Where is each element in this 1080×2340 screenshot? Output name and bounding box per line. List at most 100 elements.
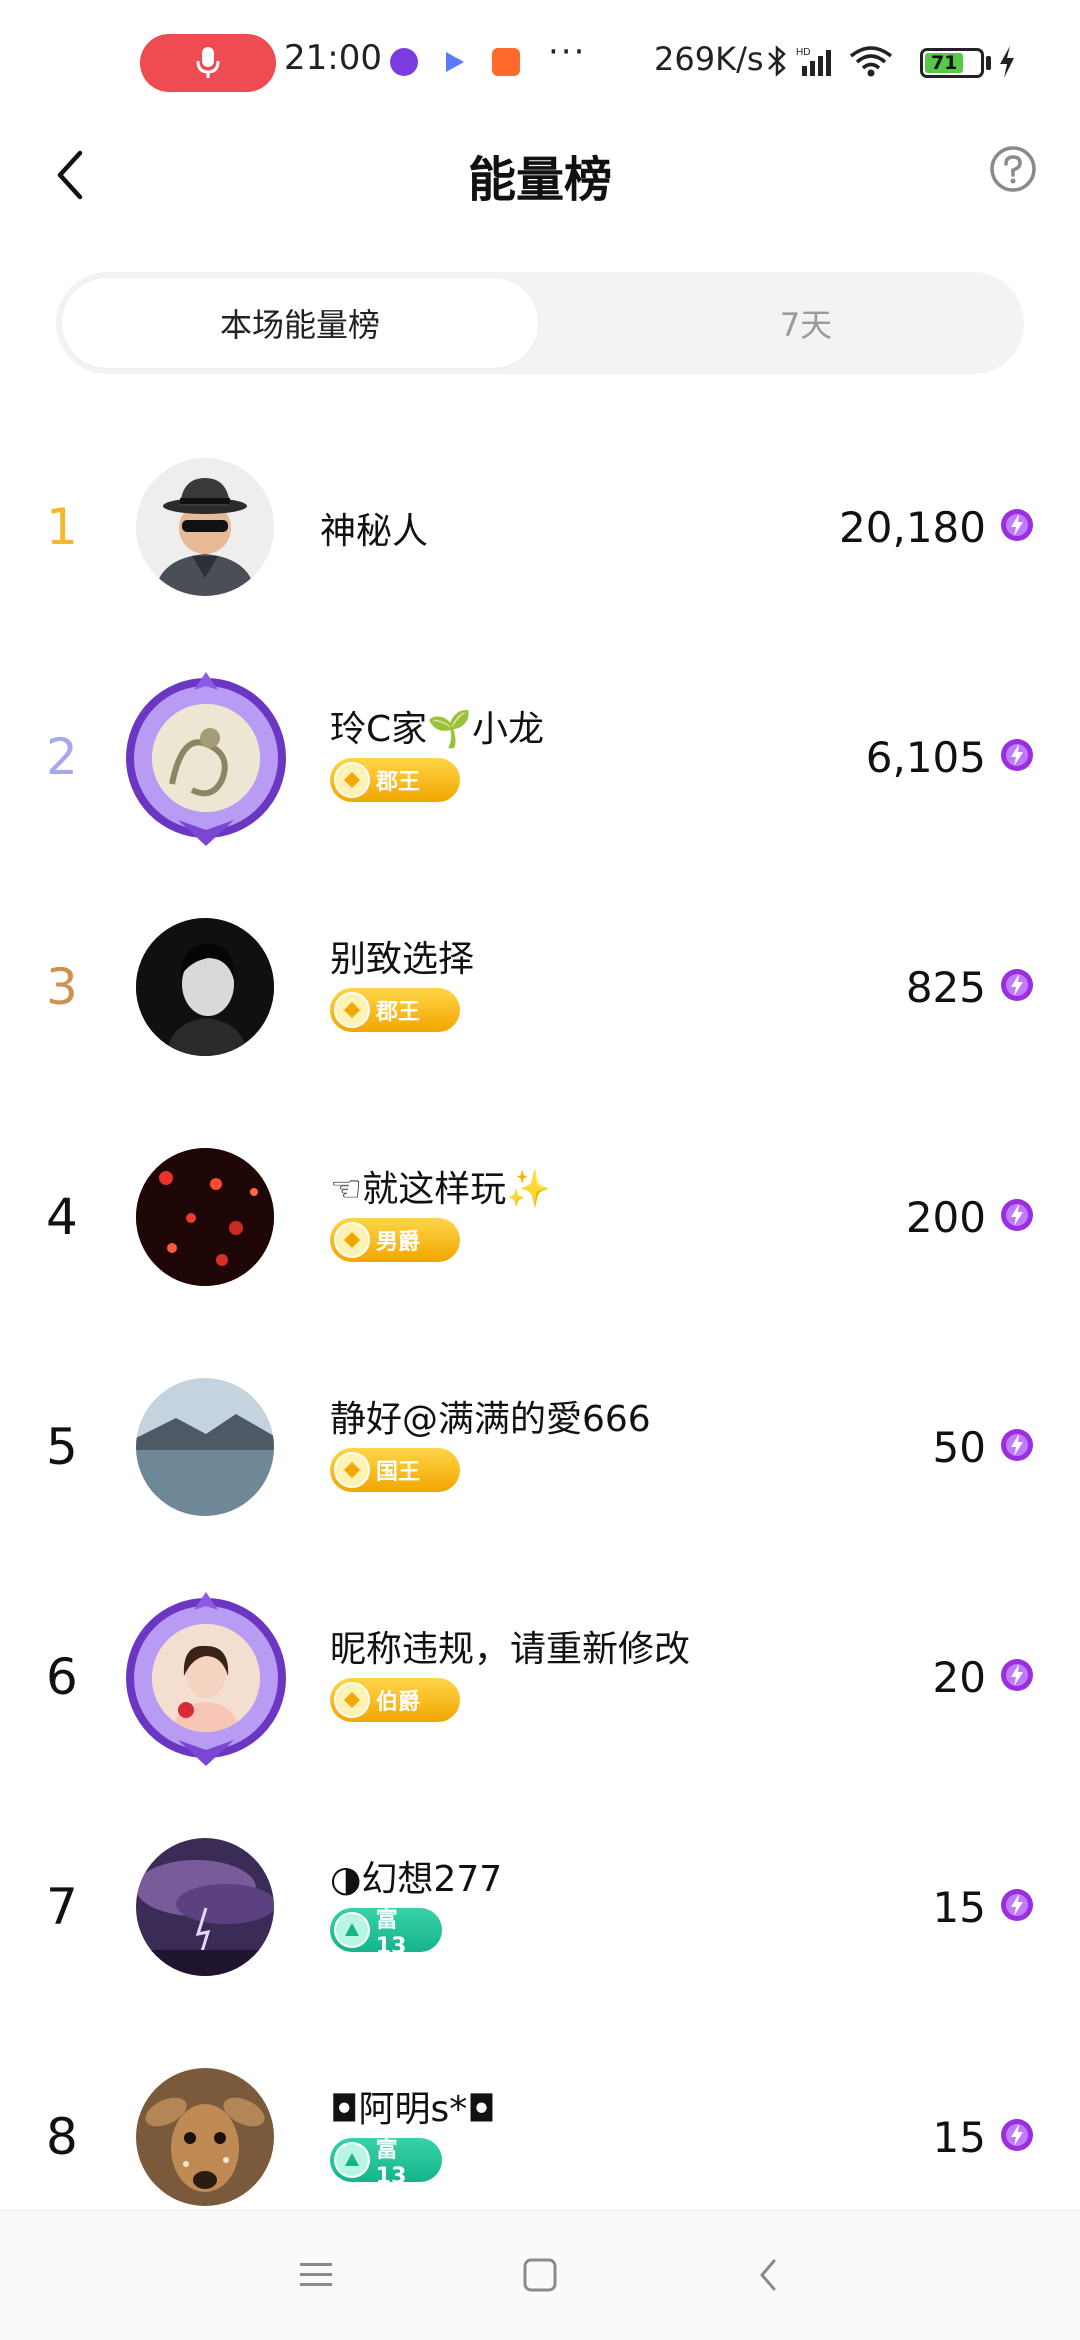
energy-icon xyxy=(1001,1429,1033,1461)
rank-number: 6 xyxy=(46,1648,78,1706)
level-badge: 伯爵 xyxy=(330,1678,460,1722)
storm-avatar xyxy=(136,1838,274,1976)
ranking-row[interactable]: 6 昵称违规，请重新修改 伯爵 20 xyxy=(0,1562,1080,1792)
level-badge: 男爵 xyxy=(330,1218,460,1262)
signal-icon: HD xyxy=(796,47,831,76)
energy-icon xyxy=(1001,2119,1033,2151)
energy-score: 825 xyxy=(905,962,986,1012)
lanterns-avatar xyxy=(136,1148,274,1286)
badge-label: 郡王 xyxy=(376,770,421,795)
mystery-person-avatar xyxy=(136,458,274,596)
wealth-badge: 富13 xyxy=(330,2138,442,2189)
recent-apps-button[interactable] xyxy=(286,2245,346,2305)
charging-icon xyxy=(1000,46,1014,78)
system-back-button[interactable] xyxy=(738,2245,798,2305)
help-button[interactable] xyxy=(988,144,1038,194)
energy-icon xyxy=(1001,969,1033,1001)
page-title: 能量榜 xyxy=(467,152,612,208)
level-badge: 郡王 xyxy=(330,988,460,1032)
rank-number: 3 xyxy=(46,958,78,1016)
question-circle-icon xyxy=(990,146,1036,192)
level-badge: 郡王 xyxy=(330,758,460,802)
ranking-row[interactable]: 7 ◑幻想277 富13 15 xyxy=(0,1792,1080,2022)
username: 神秘人 xyxy=(320,511,429,552)
avatar[interactable] xyxy=(136,1148,274,1286)
wealth-badge: 富13 xyxy=(330,1908,442,1959)
ranking-row[interactable]: 5 静好@满满的愛666 国王 50 xyxy=(0,1332,1080,1562)
ranking-row[interactable]: 3 别致选择 郡王 825 xyxy=(0,872,1080,1102)
diamond-icon xyxy=(334,992,370,1028)
energy-score: 15 xyxy=(932,1882,986,1932)
ranking-row[interactable]: 2 玲C家🌱小龙 郡王 6,105 xyxy=(0,642,1080,872)
system-navigation-bar xyxy=(0,2210,1080,2340)
network-speed: 269K/s xyxy=(654,40,764,78)
bluetooth-icon xyxy=(768,45,786,77)
badge-label: 富13 xyxy=(375,1907,407,1959)
badge-label: 富13 xyxy=(375,2137,407,2189)
badge-label: 伯爵 xyxy=(376,1690,421,1715)
clock: 21:00 xyxy=(284,38,382,78)
badge-label: 国王 xyxy=(376,1460,421,1485)
username: ☜就这样玩✨ xyxy=(330,1169,552,1210)
wifi-icon xyxy=(849,46,893,77)
badge-label: 男爵 xyxy=(376,1230,421,1255)
energy-score: 50 xyxy=(932,1422,986,1472)
energy-icon xyxy=(1001,1659,1033,1691)
avatar[interactable] xyxy=(152,1624,260,1732)
rank-number: 7 xyxy=(46,1878,78,1936)
more-notifications-icon: ··· xyxy=(548,32,587,72)
rank-number: 4 xyxy=(46,1188,78,1246)
rank-number: 2 xyxy=(46,728,78,786)
rank-number: 1 xyxy=(46,498,78,556)
play-notification-icon xyxy=(440,48,468,76)
energy-score: 20,180 xyxy=(839,502,986,552)
triangle-icon xyxy=(334,2142,370,2178)
status-bar: 21:00 ··· 269K/s HD 71 xyxy=(0,0,1080,120)
header: 能量榜 xyxy=(0,120,1080,230)
level-badge: 国王 xyxy=(330,1448,460,1492)
home-button[interactable] xyxy=(510,2245,570,2305)
username: 静好@满满的愛666 xyxy=(330,1399,651,1440)
username: 昵称违规，请重新修改 xyxy=(330,1629,691,1670)
avatar[interactable] xyxy=(136,2068,274,2206)
lake-avatar xyxy=(136,1378,274,1516)
deer-avatar xyxy=(136,2068,274,2206)
username: ◘阿明s*◘ xyxy=(330,2089,496,2130)
username: ◑幻想277 xyxy=(330,1859,503,1900)
diamond-icon xyxy=(334,1452,370,1488)
badge-label: 郡王 xyxy=(376,1000,421,1025)
rank-number: 5 xyxy=(46,1418,78,1476)
microphone-icon xyxy=(196,47,220,78)
energy-ranking-screen: 21:00 ··· 269K/s HD 71 能量榜 本场能量榜 7天 1 神秘… xyxy=(0,0,1080,2340)
avatar[interactable] xyxy=(152,704,260,812)
dragon-avatar xyxy=(152,704,260,812)
energy-icon xyxy=(1001,739,1033,771)
portrait-avatar xyxy=(152,1624,260,1732)
battery-level: 71 xyxy=(925,53,964,73)
triangle-icon xyxy=(334,1912,370,1948)
portrait-avatar xyxy=(136,918,274,1056)
battery-icon: 71 xyxy=(920,48,984,78)
ranking-row[interactable]: 1 神秘人 20,180 xyxy=(0,412,1080,642)
recording-indicator[interactable] xyxy=(140,34,276,92)
ranking-row[interactable]: 4 ☜就这样玩✨ 男爵 200 xyxy=(0,1102,1080,1332)
avatar[interactable] xyxy=(136,1378,274,1516)
tab-7-days[interactable]: 7天 xyxy=(600,278,1012,368)
chevron-left-icon xyxy=(760,2259,776,2291)
diamond-icon xyxy=(334,1222,370,1258)
avatar[interactable] xyxy=(136,918,274,1056)
energy-score: 20 xyxy=(932,1652,986,1702)
energy-score: 6,105 xyxy=(865,732,986,782)
shopping-notification-icon xyxy=(492,48,520,76)
diamond-icon xyxy=(334,1682,370,1718)
username: 别致选择 xyxy=(330,939,475,980)
ranking-tabs: 本场能量榜 7天 xyxy=(56,272,1024,374)
svg-text:HD: HD xyxy=(796,47,810,58)
tab-current-session[interactable]: 本场能量榜 xyxy=(62,278,538,368)
avatar[interactable] xyxy=(136,1838,274,1976)
energy-icon xyxy=(1001,1199,1033,1231)
menu-icon xyxy=(300,2263,332,2286)
avatar[interactable] xyxy=(136,458,274,596)
square-icon xyxy=(523,2258,557,2292)
diamond-icon xyxy=(334,762,370,798)
